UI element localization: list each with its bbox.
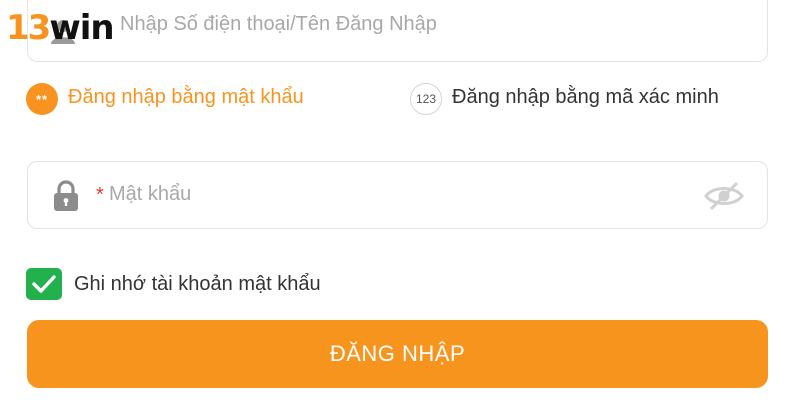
checkmark-icon <box>32 275 56 293</box>
password-placeholder: Mật khẩu <box>109 183 192 205</box>
password-option-badge: ** <box>26 83 58 115</box>
login-option-verification-code[interactable]: 123 Đăng nhập bằng mã xác minh <box>410 83 740 115</box>
logo-number: 13 <box>6 8 51 48</box>
password-option-label: Đăng nhập bằng mật khẩu <box>68 86 304 108</box>
required-marker: * <box>96 184 104 206</box>
remember-checkbox[interactable] <box>26 268 62 300</box>
username-field[interactable]: Nhập Số điện thoại/Tên Đăng Nhập <box>27 0 768 62</box>
verification-option-badge: 123 <box>410 83 442 115</box>
remember-label: Ghi nhớ tài khoản mật khẩu <box>74 272 321 295</box>
username-placeholder: Nhập Số điện thoại/Tên Đăng Nhập <box>120 13 437 35</box>
login-button[interactable]: ĐĂNG NHẬP <box>27 320 768 388</box>
logo-word: win <box>49 8 114 48</box>
remember-me[interactable]: Ghi nhớ tài khoản mật khẩu <box>26 268 321 300</box>
login-option-password[interactable]: ** Đăng nhập bằng mật khẩu <box>26 83 304 115</box>
eye-off-icon[interactable] <box>704 180 744 212</box>
password-field[interactable]: * Mật khẩu <box>27 161 768 229</box>
lock-icon <box>54 180 78 211</box>
brand-logo: 13 win <box>6 8 115 48</box>
verification-option-label: Đăng nhập bằng mã xác minh <box>452 86 719 108</box>
